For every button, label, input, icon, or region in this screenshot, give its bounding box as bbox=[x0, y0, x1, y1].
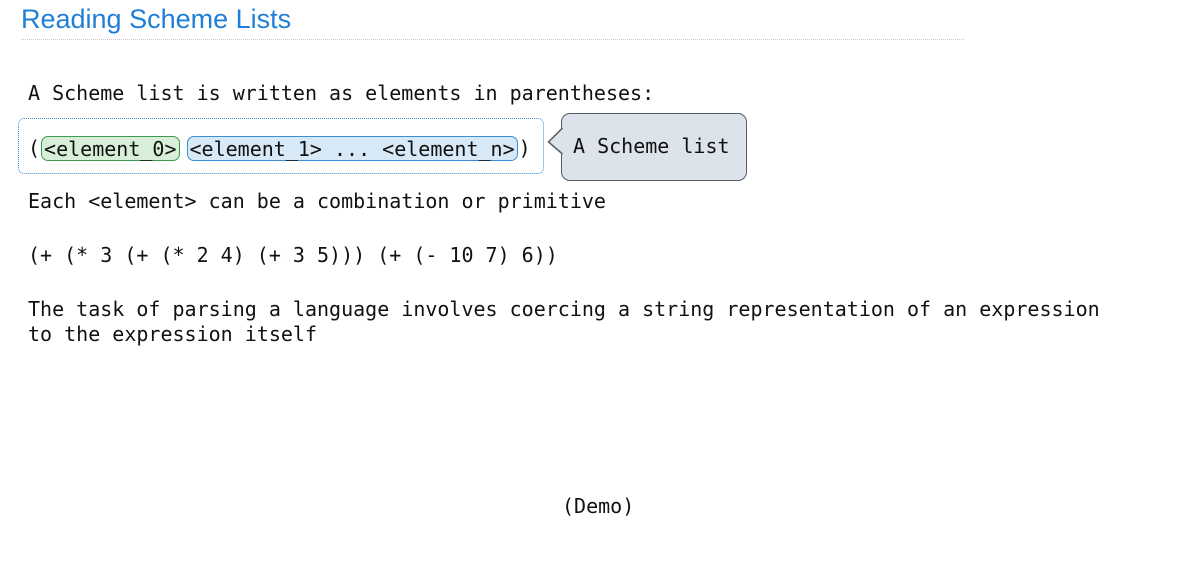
first-element-chip: <element_0> bbox=[41, 135, 180, 161]
callout-pointer-icon bbox=[547, 127, 564, 155]
demo-label: (Demo) bbox=[562, 494, 635, 518]
close-paren: ) bbox=[518, 136, 531, 160]
example-expression: (+ (* 3 (+ (* 2 4) (+ 3 5))) (+ (- 10 7)… bbox=[28, 243, 558, 267]
title-divider bbox=[21, 39, 964, 40]
rest-elements-chip: <element_1> ... <element_n> bbox=[186, 135, 518, 161]
parsing-description-line-2: to the expression itself bbox=[28, 322, 317, 346]
scheme-list-syntax: ( <element_0> <element_1> ... <element_n… bbox=[28, 134, 531, 162]
callout-text: A Scheme list bbox=[573, 134, 730, 158]
element-note: Each <element> can be a combination or p… bbox=[28, 189, 606, 213]
open-paren: ( bbox=[28, 136, 41, 160]
intro-text: A Scheme list is written as elements in … bbox=[28, 81, 655, 105]
slide-title: Reading Scheme Lists bbox=[21, 4, 292, 34]
parsing-description-line-1: The task of parsing a language involves … bbox=[28, 297, 1100, 321]
